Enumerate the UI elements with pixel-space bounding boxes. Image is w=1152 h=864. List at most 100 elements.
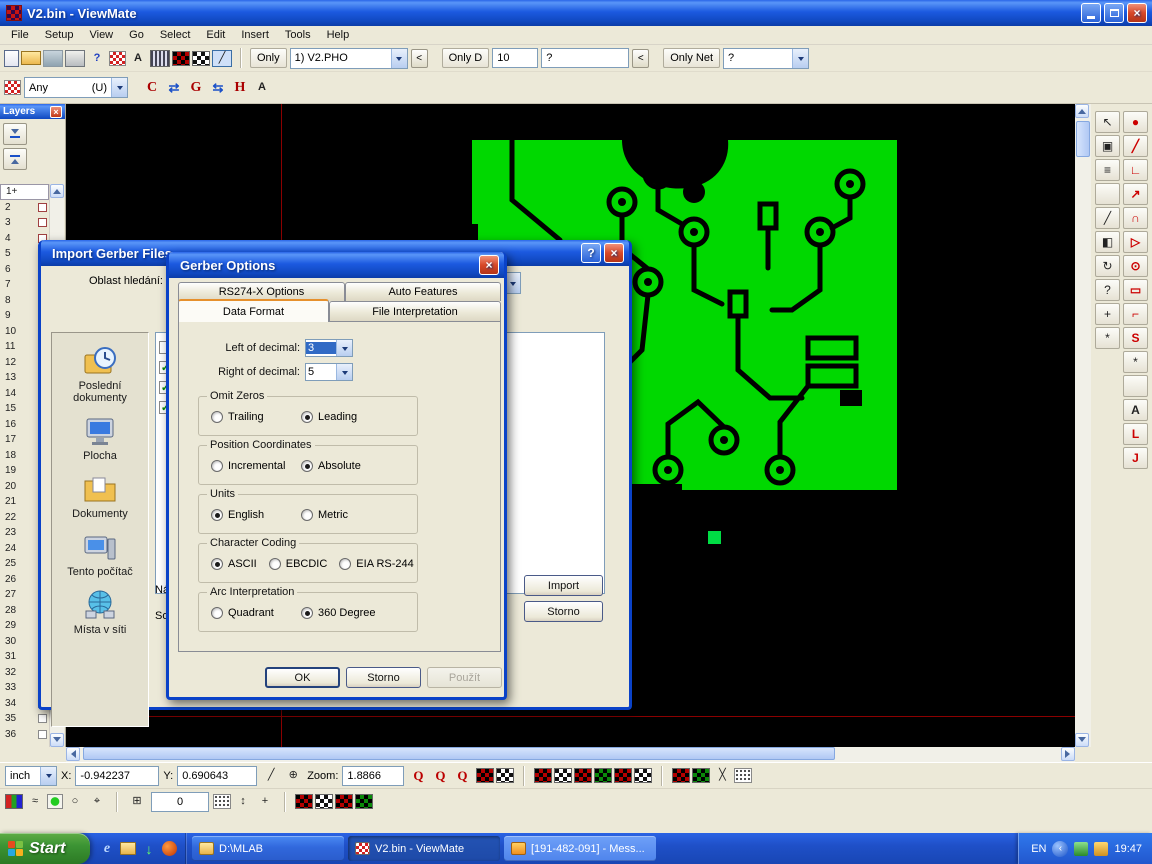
layer-row-36[interactable]: 36 <box>0 727 49 743</box>
active-layer-row[interactable]: 1+ <box>0 184 49 200</box>
radio-360-degree[interactable]: 360 Degree <box>301 607 376 619</box>
draw-star-button[interactable]: * <box>1123 351 1148 373</box>
menu-help[interactable]: Help <box>319 27 358 43</box>
measure-slash-button[interactable]: ╱ <box>1095 207 1120 229</box>
scroll-down-button[interactable] <box>50 733 64 747</box>
grid-toggle-button[interactable]: ⊞ <box>127 793 147 810</box>
grid-color-button[interactable] <box>172 51 190 66</box>
radio-english[interactable]: English <box>211 509 301 521</box>
internet-explorer-button[interactable]: e <box>98 840 116 858</box>
print-button[interactable] <box>65 50 85 67</box>
taskbar-item-viewmate[interactable]: V2.bin - ViewMate <box>348 836 500 861</box>
place-documents[interactable]: Dokumenty <box>54 473 146 520</box>
lamp-button[interactable]: ○ <box>65 793 85 810</box>
cancel-button[interactable]: Storno <box>524 601 603 622</box>
radio-quadrant[interactable]: Quadrant <box>211 607 301 619</box>
aperture-list-button[interactable]: A <box>128 50 148 67</box>
draw-target-button[interactable]: ⊙ <box>1123 255 1148 277</box>
dimension-j-button[interactable]: J <box>1123 447 1148 469</box>
layer-row-2[interactable]: 2 <box>0 200 49 216</box>
only-dcode-toggle[interactable]: Only D <box>442 48 490 68</box>
rotate-tool-button[interactable]: ↻ <box>1095 255 1120 277</box>
waveform-button[interactable]: ≈ <box>25 793 45 810</box>
taskbar-item-message[interactable]: [191-482-091] - Mess... <box>504 836 656 861</box>
scroll-up-button[interactable] <box>50 184 64 198</box>
folder-launch-button[interactable] <box>120 842 136 855</box>
chevron-down-icon[interactable] <box>336 340 352 356</box>
pattern-4-button[interactable] <box>594 768 612 783</box>
layer-row-35[interactable]: 35 <box>0 711 49 727</box>
place-recent-documents[interactable]: Poslední dokumenty <box>54 345 146 404</box>
start-button[interactable]: Start <box>0 833 90 864</box>
tab-data-format[interactable]: Data Format <box>178 299 329 322</box>
only-net-toggle[interactable]: Only Net <box>663 48 720 68</box>
grid-small-1-button[interactable] <box>672 768 690 783</box>
pattern-r1-button[interactable] <box>295 794 313 809</box>
units-combo[interactable]: inch <box>5 766 57 786</box>
letter-c-button[interactable]: C <box>142 79 162 96</box>
menu-edit[interactable]: Edit <box>198 27 233 43</box>
open-file-button[interactable] <box>21 51 41 65</box>
minimize-button[interactable] <box>1081 3 1101 23</box>
maximize-button[interactable] <box>1104 3 1124 23</box>
query-tool-button[interactable]: ? <box>1095 279 1120 301</box>
draw-dashed-box-button[interactable] <box>1123 375 1148 397</box>
close-button[interactable]: × <box>479 255 499 275</box>
help-button[interactable]: ? <box>581 243 601 263</box>
pattern-2-button[interactable] <box>554 768 572 783</box>
gerber-options-titlebar[interactable]: Gerber Options × <box>169 252 504 278</box>
pan-tool-button[interactable]: + <box>1095 303 1120 325</box>
chevron-down-icon[interactable] <box>111 78 127 97</box>
layer-combo[interactable]: 1) V2.PHO <box>290 48 408 69</box>
draw-rectangle-button[interactable]: ▭ <box>1123 279 1148 301</box>
menu-select[interactable]: Select <box>152 27 199 43</box>
scroll-left-button[interactable] <box>66 747 80 761</box>
tab-auto-features[interactable]: Auto Features <box>345 282 501 301</box>
browser-globe-button[interactable] <box>162 841 177 856</box>
y-coordinate-field[interactable]: 0.690643 <box>177 766 257 786</box>
measure-2-button[interactable]: ╳ <box>712 767 732 784</box>
layer-color-swatch[interactable] <box>38 730 47 739</box>
hide-icons-button[interactable]: ‹ <box>1052 841 1068 857</box>
taskbar-item-mlab[interactable]: D:\MLAB <box>192 836 344 861</box>
zoom-field[interactable]: 1.8866 <box>342 766 404 786</box>
draw-line-button[interactable]: ╱ <box>1123 135 1148 157</box>
measure-diag-button[interactable]: ╱ <box>261 767 281 784</box>
chevron-down-icon[interactable] <box>391 49 407 68</box>
dcode-grid-button[interactable] <box>109 51 126 66</box>
radio-incremental[interactable]: Incremental <box>211 460 301 472</box>
menu-insert[interactable]: Insert <box>233 27 277 43</box>
place-my-computer[interactable]: Tento počítač <box>54 531 146 578</box>
pattern-3-button[interactable] <box>574 768 592 783</box>
film-bars-button[interactable] <box>150 50 170 67</box>
tray-volume-icon[interactable] <box>1094 842 1108 856</box>
radio-leading[interactable]: Leading <box>301 411 357 423</box>
close-button[interactable]: × <box>604 243 624 263</box>
scroll-down-button[interactable] <box>1075 733 1089 747</box>
crosshair-small-button[interactable]: + <box>255 793 275 810</box>
grid-small-2-button[interactable] <box>692 768 710 783</box>
layer-up-button[interactable] <box>3 148 27 170</box>
menu-tools[interactable]: Tools <box>277 27 319 43</box>
tray-app-icon[interactable] <box>1074 842 1088 856</box>
dimension-l-button[interactable]: L <box>1123 423 1148 445</box>
layer-stack-button[interactable]: ≡ <box>1095 159 1120 181</box>
prev-layer-button[interactable]: < <box>411 49 428 68</box>
layer-row-3[interactable]: 3 <box>0 215 49 231</box>
context-help-button[interactable]: ? <box>87 50 107 67</box>
x-coordinate-field[interactable]: -0.942237 <box>75 766 159 786</box>
radio-eia-rs244[interactable]: EIA RS-244 <box>339 558 413 570</box>
snap-origin-button[interactable]: ⊕ <box>283 767 303 784</box>
menu-go[interactable]: Go <box>121 27 152 43</box>
layer-color-swatch[interactable] <box>38 218 47 227</box>
close-icon[interactable]: × <box>50 106 62 118</box>
mirror-tool-button[interactable]: ◧ <box>1095 231 1120 253</box>
pattern-r2-button[interactable] <box>315 794 333 809</box>
pattern-1-button[interactable] <box>534 768 552 783</box>
dcode-name-input[interactable]: ? <box>541 48 629 68</box>
grid-color-button[interactable] <box>476 768 494 783</box>
draw-triangle-button[interactable]: ▷ <box>1123 231 1148 253</box>
draw-vector-button[interactable]: ↗ <box>1123 183 1148 205</box>
close-button[interactable]: × <box>1127 3 1147 23</box>
item-filter-combo[interactable]: Any (U) <box>24 77 128 98</box>
